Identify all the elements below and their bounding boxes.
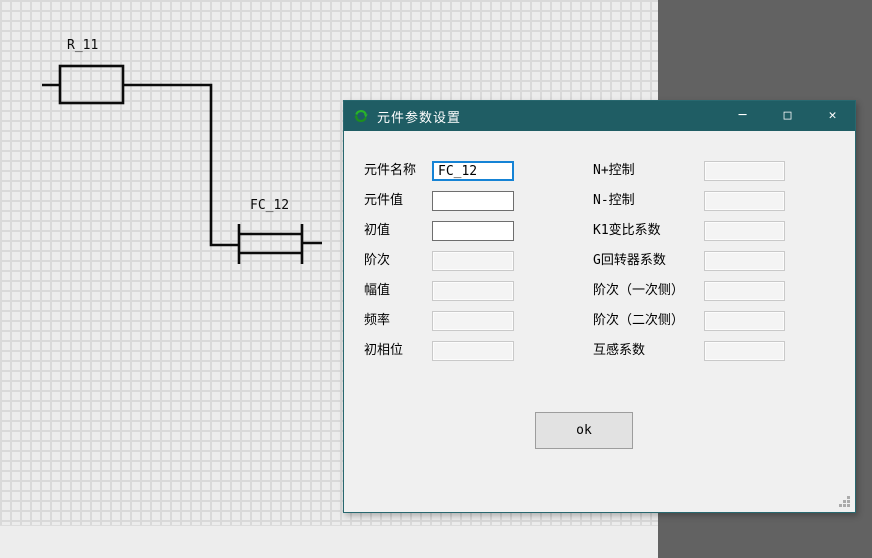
- resize-grip[interactable]: [847, 504, 850, 507]
- initial-value-input[interactable]: [432, 221, 514, 241]
- field-label-gyrator-coefficient: G回转器系数: [593, 253, 666, 268]
- k1-ratio-input: [704, 221, 785, 241]
- minimize-button[interactable]: ─: [720, 101, 765, 131]
- field-label-initial-phase: 初相位: [364, 343, 404, 358]
- dialog-body: 元件名称 元件值 初值 阶次 幅值 频率 初相位 N+控制 N-控制 K1变比系…: [344, 131, 855, 512]
- ok-button[interactable]: ok: [535, 412, 633, 449]
- field-label-n-plus-control: N+控制: [593, 163, 635, 178]
- canvas-bottom-strip: [0, 525, 658, 558]
- field-label-k1-ratio: K1变比系数: [593, 223, 661, 238]
- field-label-order: 阶次: [364, 253, 391, 268]
- component-name-input[interactable]: [432, 161, 514, 181]
- component-label-R11: R_11: [67, 38, 99, 53]
- maximize-button[interactable]: □: [765, 101, 810, 131]
- field-label-amplitude: 幅值: [364, 283, 391, 298]
- amplitude-input: [432, 281, 514, 301]
- field-label-initial-value: 初值: [364, 223, 391, 238]
- component-value-input[interactable]: [432, 191, 514, 211]
- field-label-frequency: 频率: [364, 313, 391, 328]
- sync-icon: [354, 109, 368, 123]
- frequency-input: [432, 311, 514, 331]
- app-screen: R_11 FC_12 元件参数设置 ─ □ ✕ 元件名称 元件值: [0, 0, 872, 558]
- component-resistor-R11[interactable]: [42, 64, 239, 247]
- order-input: [432, 251, 514, 271]
- field-label-n-minus-control: N-控制: [593, 193, 635, 208]
- field-label-component-name: 元件名称: [364, 163, 417, 178]
- window-controls: ─ □ ✕: [720, 101, 855, 131]
- field-label-order-primary: 阶次（一次侧）: [593, 283, 685, 298]
- n-plus-control-input: [704, 161, 785, 181]
- component-parameters-dialog: 元件参数设置 ─ □ ✕ 元件名称 元件值 初值 阶次 幅值 频率 初相位: [343, 100, 856, 513]
- field-label-component-value: 元件值: [364, 193, 404, 208]
- close-button[interactable]: ✕: [810, 101, 855, 131]
- component-coupled-FC12[interactable]: [237, 224, 322, 264]
- order-secondary-input: [704, 311, 785, 331]
- field-label-order-secondary: 阶次（二次侧）: [593, 313, 685, 328]
- component-label-FC12: FC_12: [250, 198, 290, 213]
- n-minus-control-input: [704, 191, 785, 211]
- order-primary-input: [704, 281, 785, 301]
- dialog-title: 元件参数设置: [377, 110, 462, 126]
- mutual-inductance-input: [704, 341, 785, 361]
- gyrator-coefficient-input: [704, 251, 785, 271]
- initial-phase-input: [432, 341, 514, 361]
- dialog-titlebar[interactable]: 元件参数设置 ─ □ ✕: [344, 101, 855, 131]
- field-label-mutual-inductance: 互感系数: [593, 343, 646, 358]
